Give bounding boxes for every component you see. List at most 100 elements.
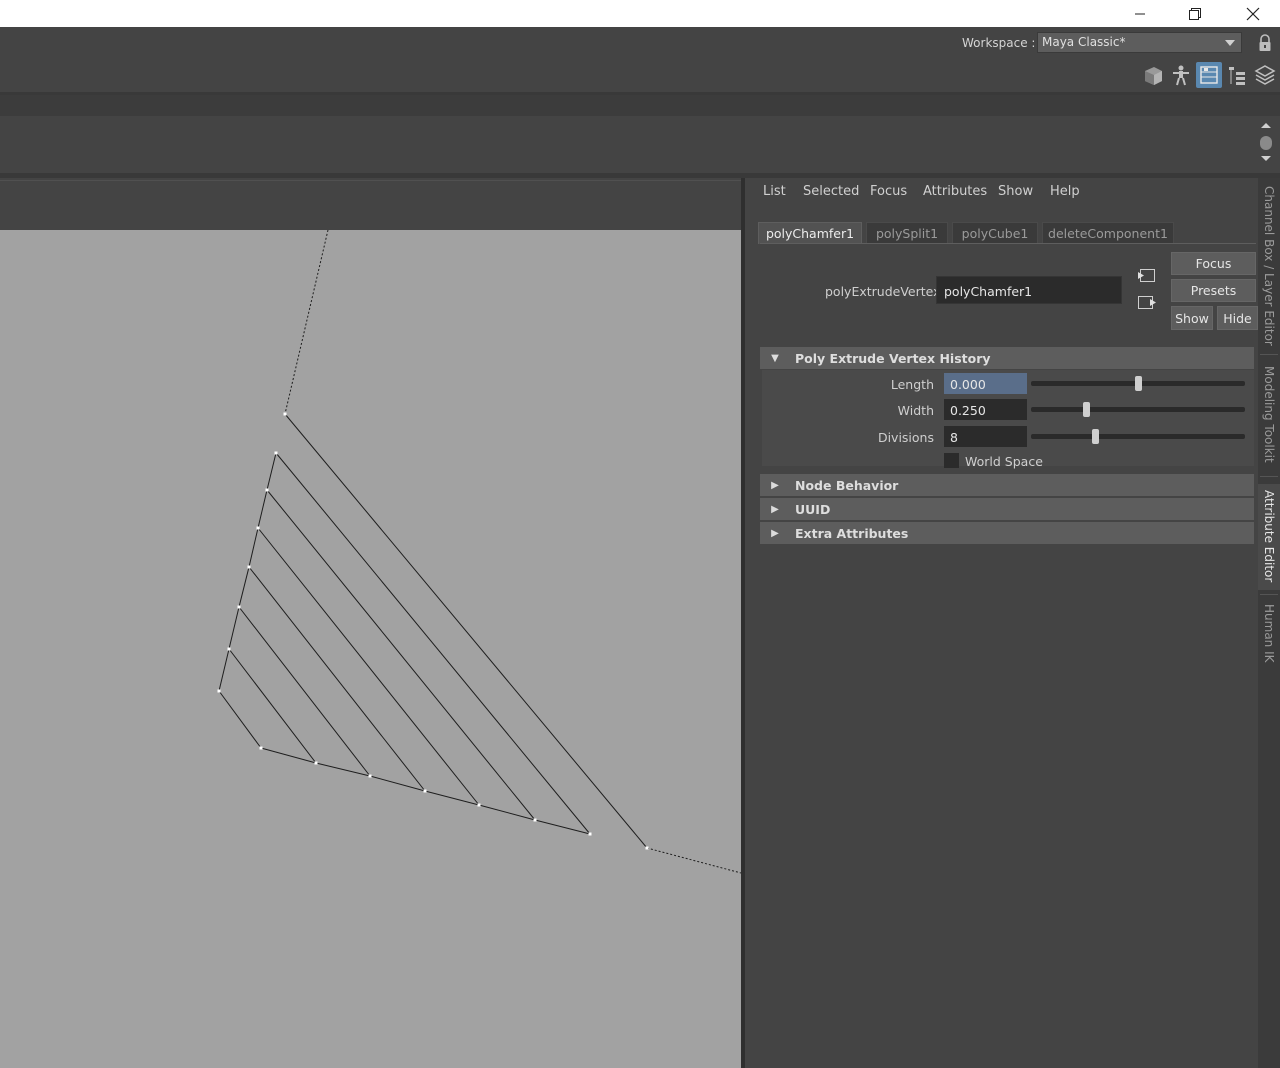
focus-button[interactable]: Focus (1171, 252, 1256, 275)
menu-show[interactable]: Show (998, 184, 1033, 199)
tab-divider (760, 243, 1256, 244)
mesh-vertex (227, 647, 231, 651)
human-ik-icon[interactable] (1168, 62, 1194, 88)
side-tab-attribute-editor[interactable]: Attribute Editor (1258, 484, 1280, 590)
side-tab-divider (1260, 476, 1278, 477)
side-tab-label: Attribute Editor (1262, 490, 1276, 583)
expand-arrow-icon: ▶ (771, 503, 779, 515)
mesh-vertex (217, 689, 221, 693)
section-title: Poly Extrude Vertex History (795, 350, 991, 366)
mesh-edge (228, 606, 240, 650)
divisions-label: Divisions (877, 430, 934, 445)
channel-box-toggle-icon[interactable] (1196, 62, 1222, 88)
length-field[interactable]: 0.000 (944, 373, 1027, 394)
side-tab-label: Channel Box / Layer Editor (1262, 186, 1276, 346)
tab-polychamfer1[interactable]: polyChamfer1 (758, 222, 862, 244)
mesh-border-edge (646, 847, 741, 874)
mesh-vertex (265, 488, 269, 492)
show-button[interactable]: Show (1171, 306, 1213, 330)
collapse-arrow-icon: ▼ (771, 352, 779, 364)
outliner-icon[interactable] (1224, 62, 1250, 88)
mesh-edge (266, 452, 277, 491)
menu-selected[interactable]: Selected (803, 184, 859, 199)
width-field[interactable]: 0.250 (944, 399, 1027, 420)
menu-list[interactable]: List (763, 184, 786, 199)
minimize-icon (1135, 13, 1145, 14)
divisions-field[interactable]: 8 (944, 426, 1027, 447)
mesh-edge (238, 566, 250, 608)
mesh-vertex (247, 565, 251, 569)
viewport-panel-header (0, 180, 741, 231)
menu-attributes[interactable]: Attributes (923, 184, 987, 199)
mesh-edge (218, 690, 262, 749)
mesh-vertex (645, 846, 649, 850)
length-slider-handle[interactable] (1134, 376, 1142, 391)
input-connections-icon[interactable] (1136, 266, 1158, 286)
width-slider[interactable] (1031, 407, 1245, 412)
mesh-border-edge (284, 230, 329, 415)
section-poly-extrude-vertex-history[interactable]: ▼ Poly Extrude Vertex History (760, 347, 1254, 369)
world-space-checkbox[interactable] (944, 453, 959, 468)
close-button[interactable] (1230, 0, 1276, 27)
section-extra-attributes[interactable]: ▶ Extra Attributes (760, 522, 1254, 544)
side-tab-channel-box[interactable]: Channel Box / Layer Editor (1258, 186, 1280, 346)
mesh-wireframe (217, 230, 741, 874)
menu-help[interactable]: Help (1050, 184, 1080, 199)
mesh-vertex (256, 526, 260, 530)
side-tab-human-ik[interactable]: Human IK (1258, 604, 1280, 674)
mesh-edge (248, 566, 426, 792)
layers-icon[interactable] (1252, 62, 1278, 88)
section-uuid[interactable]: ▶ UUID (760, 498, 1254, 520)
section-title: Node Behavior (795, 477, 899, 493)
divisions-slider[interactable] (1031, 434, 1245, 439)
mesh-edge (275, 452, 591, 835)
minimize-button[interactable] (1117, 0, 1163, 27)
mesh-vertex (274, 451, 278, 455)
node-type-label: polyExtrudeVertex: (825, 284, 945, 299)
side-tab-label: Human IK (1262, 604, 1276, 663)
mesh-edge (257, 489, 268, 529)
mesh-vertex (314, 761, 318, 765)
divisions-slider-handle[interactable] (1091, 429, 1099, 444)
side-tab-modeling-toolkit[interactable]: Modeling Toolkit (1258, 366, 1280, 476)
width-slider-handle[interactable] (1083, 402, 1091, 417)
mesh-edge (238, 606, 371, 777)
shelf-scrollbar[interactable] (1258, 120, 1274, 166)
restore-button[interactable] (1172, 0, 1218, 27)
world-space-label: World Space (965, 454, 1043, 469)
dropdown-arrow-icon[interactable] (1218, 32, 1241, 53)
mesh-vertex (423, 789, 427, 793)
tab-deletecomponent1[interactable]: deleteComponent1 (1042, 222, 1174, 244)
expand-arrow-icon: ▶ (771, 479, 779, 491)
mesh-vertex (477, 803, 481, 807)
lock-icon[interactable] (1257, 33, 1273, 53)
modeling-objects-icon[interactable] (1140, 62, 1166, 88)
section-title: UUID (795, 501, 831, 517)
output-connections-icon[interactable] (1136, 293, 1158, 313)
3d-viewport[interactable] (0, 230, 741, 1068)
section-node-behavior[interactable]: ▶ Node Behavior (760, 474, 1254, 496)
shelf-area (0, 116, 1280, 173)
restore-icon (1189, 7, 1201, 20)
window-title-bar (0, 0, 1280, 27)
side-tab-divider (1260, 594, 1278, 595)
presets-button[interactable]: Presets (1171, 279, 1256, 302)
mesh-edge (284, 413, 648, 849)
width-label: Width (897, 403, 934, 418)
menu-focus[interactable]: Focus (870, 184, 907, 199)
mesh-edge (266, 489, 536, 821)
mesh-vertex (533, 818, 537, 822)
expand-arrow-icon: ▶ (771, 527, 779, 539)
side-tab-label: Modeling Toolkit (1262, 366, 1276, 463)
tab-polycube1[interactable]: polyCube1 (952, 222, 1038, 244)
length-label: Length (890, 377, 934, 392)
mesh-vertex (237, 605, 241, 609)
mesh-edge (534, 819, 591, 835)
hide-button[interactable]: Hide (1217, 306, 1258, 330)
tab-polysplit1[interactable]: polySplit1 (866, 222, 948, 244)
mesh-vertex (283, 412, 287, 416)
mesh-vertex (368, 774, 372, 778)
node-name-field[interactable]: polyChamfer1 (936, 276, 1122, 304)
workspace-value: Maya Classic* (1042, 35, 1126, 49)
close-icon (1246, 7, 1260, 20)
